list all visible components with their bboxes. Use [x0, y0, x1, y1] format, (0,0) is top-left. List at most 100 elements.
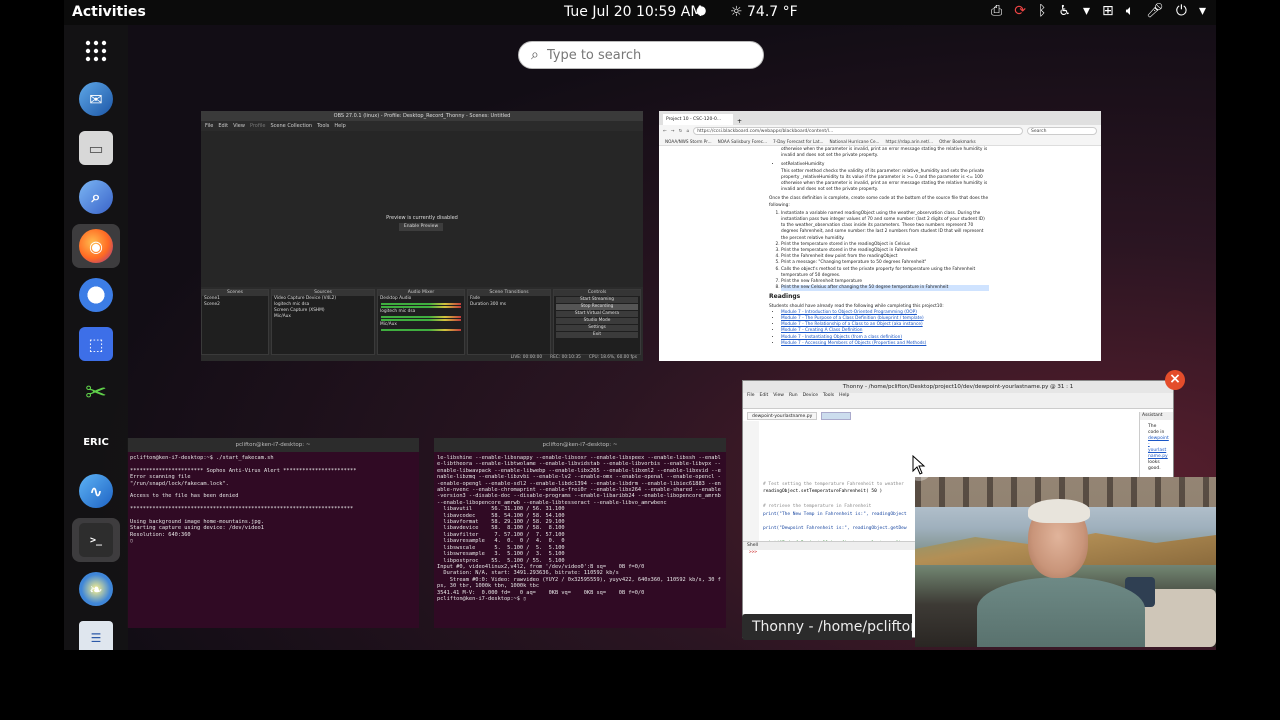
- search-icon: ⌕: [531, 47, 539, 63]
- module-link[interactable]: Module 7 - The Relationship of a Class t…: [781, 322, 923, 327]
- code-editor[interactable]: # Test setting the temperature Fahrenhei…: [763, 481, 907, 548]
- exit-button[interactable]: Exit: [556, 332, 638, 338]
- activities-button[interactable]: Activities: [72, 4, 146, 20]
- step-item-highlighted: Print the new Celsius after changing the…: [781, 285, 989, 292]
- text-editor-launcher[interactable]: ☰: [72, 616, 120, 650]
- printer-icon[interactable]: ⎙: [991, 3, 1002, 19]
- search-app-launcher[interactable]: ⌕: [72, 175, 120, 219]
- module-link[interactable]: Module 7 - Accessing Members of Objects …: [781, 341, 926, 346]
- step-item: Instantiate a variable named readingObje…: [781, 211, 989, 242]
- paragraph: This setter method checks the validity o…: [781, 168, 985, 180]
- obs-menu-profile[interactable]: Profile: [250, 123, 266, 129]
- terminal-window[interactable]: pclifton@ken-i7-desktop: ~ pclifton@ken-…: [127, 438, 419, 628]
- volume-icon[interactable]: 🔈︎: [1126, 3, 1134, 19]
- thonny-menu-help[interactable]: Help: [839, 393, 849, 401]
- search-box[interactable]: ⌕: [518, 41, 764, 69]
- network-icon[interactable]: ⊞: [1102, 3, 1114, 19]
- duration-value[interactable]: 300 ms: [490, 302, 506, 307]
- terminal-window[interactable]: pclifton@ken-i7-desktop: ~ le-libshine -…: [434, 438, 726, 628]
- terminal-output[interactable]: pclifton@ken-i7-desktop:~$ ./start_fakec…: [127, 452, 419, 548]
- thonny-menu-run[interactable]: Run: [789, 393, 798, 401]
- thonny-menu-view[interactable]: View: [773, 393, 784, 401]
- module-link[interactable]: Module 7 - Introduction to Object-Orient…: [781, 310, 917, 315]
- thonny-menu-edit[interactable]: Edit: [760, 393, 769, 401]
- source-item[interactable]: Mic/Aux: [272, 314, 374, 320]
- module-link[interactable]: Module 7 - The Purpose of a Class Defini…: [781, 316, 924, 321]
- bookmark-item[interactable]: NOAA/NWS Storm Pr...: [665, 137, 712, 145]
- file-tab[interactable]: dewpoint-yourlastname.py: [747, 412, 818, 420]
- browser-tab[interactable]: Project 10 - CSC-120-0...: [663, 114, 733, 125]
- weather-indicator[interactable]: ☼ 74.7 °F: [730, 4, 798, 20]
- thonny-menu-device[interactable]: Device: [803, 393, 818, 401]
- new-tab-icon[interactable]: +: [733, 118, 746, 125]
- scene-item[interactable]: Scene2: [202, 302, 268, 308]
- firefox-launcher[interactable]: ◉: [72, 224, 120, 268]
- bookmark-item[interactable]: 7-Day Forecast for Lat...: [773, 137, 823, 145]
- show-apps-button[interactable]: [72, 29, 120, 73]
- start-virtual-camera-button[interactable]: Start Virtual Camera: [556, 311, 638, 317]
- obs-menu-help[interactable]: Help: [334, 123, 345, 129]
- terminal-title[interactable]: pclifton@ken-i7-desktop: ~: [127, 438, 419, 452]
- studio-mode-button[interactable]: Studio Mode: [556, 318, 638, 324]
- url-bar[interactable]: https://ccsi.blackboard.com/webapps/blac…: [693, 127, 1023, 135]
- audio-meter: [381, 329, 461, 331]
- obs-statusbar: LIVE: 00:00:00 REC: 00:10:35 CPU: 18.6%,…: [201, 355, 643, 361]
- obs-menu-scene-collection[interactable]: Scene Collection: [270, 123, 312, 129]
- clock[interactable]: Tue Jul 20 10:59 AM: [564, 4, 702, 20]
- terminal-output[interactable]: le-libshine --enable-libsnappy --enable-…: [434, 452, 726, 605]
- enable-preview-button[interactable]: Enable Preview: [399, 223, 443, 231]
- file-tab-secondary[interactable]: [821, 412, 851, 420]
- chromium-launcher[interactable]: [72, 273, 120, 317]
- monitor-launcher[interactable]: ∿: [72, 469, 120, 513]
- module-link[interactable]: Module 7 - Instantiating Objects (from a…: [781, 335, 902, 340]
- bluetooth-icon[interactable]: ᛒ: [1038, 3, 1046, 19]
- terminal-title[interactable]: pclifton@ken-i7-desktop: ~: [434, 438, 726, 452]
- start-streaming-button[interactable]: Start Streaming: [556, 297, 638, 303]
- microphone-icon[interactable]: 🎤︎: [1146, 3, 1164, 19]
- home-icon[interactable]: ⌂: [686, 129, 689, 134]
- obs-menu-tools[interactable]: Tools: [317, 123, 329, 129]
- obs-menu-view[interactable]: View: [233, 123, 245, 129]
- obs-title[interactable]: OBS 27.0.1 (linux) - Profile: Desktop_Re…: [201, 111, 643, 121]
- module-link[interactable]: Module 7 - Creating A Class Definition: [781, 328, 862, 333]
- tools-launcher[interactable]: ✂: [72, 371, 120, 415]
- reload-icon[interactable]: ↻: [679, 129, 683, 134]
- obs-menu-file[interactable]: File: [205, 123, 213, 129]
- obs-window[interactable]: OBS 27.0.1 (linux) - Profile: Desktop_Re…: [201, 111, 643, 361]
- stop-recording-button[interactable]: Stop Recording: [556, 304, 638, 310]
- thonny-menu-file[interactable]: File: [747, 393, 755, 401]
- browser-search-field[interactable]: Search: [1027, 127, 1097, 135]
- screenshot-launcher[interactable]: ⬚: [72, 322, 120, 366]
- paragraph: otherwise when the parameter is invalid,…: [781, 147, 988, 159]
- obs-menu-edit[interactable]: Edit: [218, 123, 228, 129]
- transition-duration[interactable]: Duration 300 ms: [468, 302, 550, 308]
- browser-window[interactable]: Project 10 - CSC-120-0... + ← → ↻ ⌂ http…: [659, 111, 1101, 361]
- back-icon[interactable]: ←: [663, 129, 667, 134]
- assistant-file-link[interactable]: dewpoint: [1148, 436, 1169, 441]
- bookmark-item[interactable]: https://rdap.arin.net/...: [886, 137, 934, 145]
- eric-ide-launcher[interactable]: ERIC: [72, 420, 120, 464]
- forward-icon[interactable]: →: [671, 129, 675, 134]
- power-icon[interactable]: ⏻: [1176, 3, 1187, 19]
- thunderbird-launcher[interactable]: ✉: [72, 77, 120, 121]
- close-window-button[interactable]: ×: [1165, 370, 1185, 390]
- notification-dot-icon: ●: [696, 3, 707, 17]
- terminal-launcher[interactable]: >_: [72, 518, 120, 562]
- accessibility-icon[interactable]: ♿︎: [1058, 3, 1071, 19]
- files-launcher[interactable]: ▭: [72, 126, 120, 170]
- duration-label: Duration: [470, 302, 489, 307]
- thunderbird-icon: ✉: [79, 82, 113, 116]
- sync-icon[interactable]: ⟳: [1014, 3, 1026, 19]
- chevron-down-icon[interactable]: ▾: [1083, 3, 1090, 19]
- other-bookmarks[interactable]: Other Bookmarks: [939, 137, 976, 145]
- thonny-title[interactable]: Thonny - /home/pclifton/Desktop/project1…: [743, 381, 1173, 393]
- bookmark-item[interactable]: National Hurricane Ce...: [829, 137, 879, 145]
- thonny-toolbar[interactable]: [743, 401, 1173, 409]
- bookmark-item[interactable]: NOAA Salisbury Forec...: [718, 137, 767, 145]
- thonny-icon: ❧: [79, 572, 113, 606]
- thonny-launcher[interactable]: ❧: [72, 567, 120, 611]
- chevron-down-icon[interactable]: ▾: [1199, 3, 1206, 19]
- search-input[interactable]: [546, 47, 727, 63]
- thonny-menu-tools[interactable]: Tools: [823, 393, 834, 401]
- settings-button[interactable]: Settings: [556, 325, 638, 331]
